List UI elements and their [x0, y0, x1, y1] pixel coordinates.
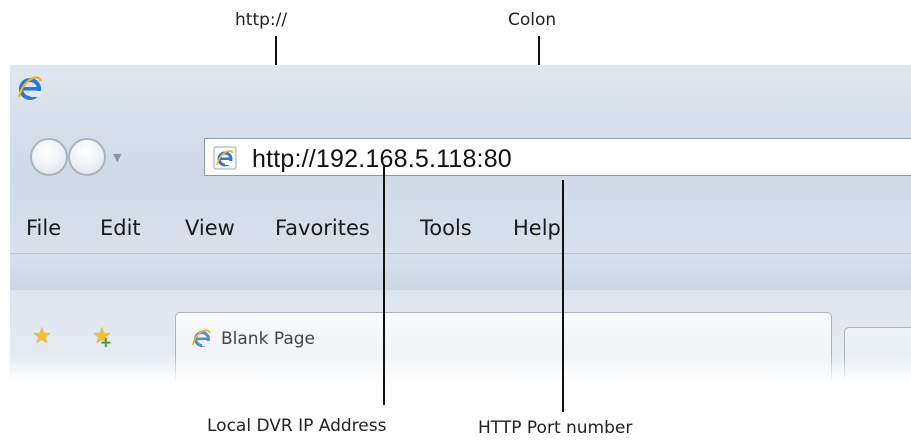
browser-window: ▼ http://192.168.5.118:80 File Edit View… — [10, 65, 911, 380]
address-url[interactable]: http://192.168.5.118:80 — [252, 145, 512, 174]
back-button[interactable] — [30, 138, 68, 176]
url-port: 80 — [483, 145, 512, 173]
menu-tools[interactable]: Tools — [420, 216, 472, 240]
favorites-bar — [10, 254, 911, 290]
recent-pages-dropdown-icon[interactable]: ▼ — [113, 151, 121, 164]
ie-logo-icon — [17, 76, 43, 100]
callout-ip-label: Local DVR IP Address — [207, 416, 387, 436]
callout-colon-label: Colon — [508, 10, 557, 30]
add-favorite-star-icon[interactable]: ★ + — [92, 326, 112, 352]
url-main: http://192.168.5.118: — [252, 145, 484, 173]
menu-file[interactable]: File — [26, 216, 61, 240]
bottom-fade — [10, 355, 911, 380]
tab-label: Blank Page — [221, 329, 315, 349]
page-ie-icon — [213, 146, 237, 170]
callout-port-line — [562, 180, 564, 412]
callout-ip-line — [383, 165, 385, 405]
annotated-screenshot: http:// Colon ▼ http://192.168.5.118:80 … — [0, 0, 911, 440]
menu-favorites[interactable]: Favorites — [275, 216, 370, 240]
menu-edit[interactable]: Edit — [100, 216, 141, 240]
star-icon[interactable]: ★ — [32, 326, 52, 348]
address-bar[interactable]: http://192.168.5.118:80 — [204, 138, 911, 176]
callout-port-label: HTTP Port number — [478, 418, 633, 438]
add-plus-icon: + — [100, 335, 112, 351]
callout-http-label: http:// — [235, 10, 288, 30]
forward-button[interactable] — [68, 138, 106, 176]
menu-bar: File Edit View Favorites Tools Help — [10, 207, 911, 253]
tab-ie-icon — [192, 329, 211, 347]
menu-view[interactable]: View — [185, 216, 235, 240]
menu-help[interactable]: Help — [513, 216, 561, 240]
